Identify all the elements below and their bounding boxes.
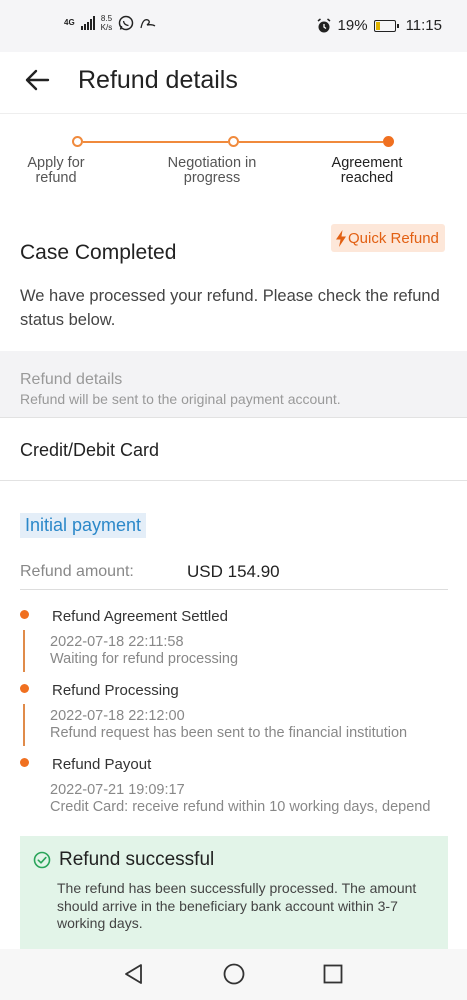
timeline-dot xyxy=(20,610,29,619)
timeline-time: 2022-07-21 19:09:17 xyxy=(50,782,185,798)
step-connector xyxy=(239,141,383,143)
speed-value: 8.5 xyxy=(100,14,113,23)
timeline-title: Refund Agreement Settled xyxy=(52,608,228,625)
system-nav-bar xyxy=(0,949,467,1000)
case-description: We have processed your refund. Please ch… xyxy=(20,287,440,329)
battery-percent: 19% xyxy=(337,17,368,34)
payment-method-label: Credit/Debit Card xyxy=(20,440,160,460)
initial-payment-tag: Initial payment xyxy=(20,513,147,538)
status-left: 4G 8.5 K/s xyxy=(64,14,156,32)
timeline-title: Refund Payout xyxy=(52,756,152,773)
page-title: Refund details xyxy=(78,66,238,94)
timeline-title: Refund Processing xyxy=(52,682,179,699)
progress-stepper: Apply for refund Negotiation in progress… xyxy=(0,118,467,198)
section-title: Refund details xyxy=(20,371,123,388)
quick-refund-badge: Quick Refund xyxy=(331,224,445,252)
timeline-time: 2022-07-18 22:11:58 xyxy=(50,634,184,650)
back-triangle-icon[interactable] xyxy=(122,962,146,986)
step-dot-current xyxy=(383,136,394,147)
app-header: Refund details xyxy=(0,52,467,114)
battery-icon xyxy=(373,19,399,32)
step-label-agreement: Agreement reached xyxy=(331,155,403,186)
timeline-text: Refund request has been sent to the fina… xyxy=(50,725,408,741)
success-title: Refund successful xyxy=(59,849,215,870)
clock: 11:15 xyxy=(405,17,442,34)
timeline-time: 2022-07-18 22:12:00 xyxy=(50,708,185,724)
check-circle-icon xyxy=(33,851,51,869)
step-dot xyxy=(228,136,239,147)
section-subtitle: Refund will be sent to the original paym… xyxy=(20,391,341,407)
alarm-icon xyxy=(317,17,330,32)
refund-success-notice: Refund successful The refund has been su… xyxy=(20,836,448,951)
whatsapp-icon xyxy=(118,15,134,31)
refund-details-section: Refund details Refund will be sent to th… xyxy=(0,351,467,418)
status-right: 19% 11:15 xyxy=(316,17,442,34)
badge-label: Quick Refund xyxy=(348,229,439,247)
payment-method-row: Credit/Debit Card xyxy=(0,419,467,481)
step-dot xyxy=(72,136,83,147)
amount-label: Refund amount: xyxy=(20,563,134,580)
arrow-left-icon[interactable] xyxy=(24,67,50,93)
step-connector xyxy=(83,141,228,143)
case-title: Case Completed xyxy=(20,241,177,264)
step-label-apply: Apply for refund xyxy=(27,155,85,186)
timeline-dot xyxy=(20,758,29,767)
timeline-dot xyxy=(20,684,29,693)
network-type: 4G xyxy=(64,18,75,27)
status-bar: 4G 8.5 K/s 19% 11:15 xyxy=(0,0,467,52)
signal-icon xyxy=(80,16,95,30)
lightning-icon xyxy=(336,229,346,247)
home-circle-icon[interactable] xyxy=(222,962,246,986)
timeline-text: Credit Card: receive refund within 10 wo… xyxy=(50,799,430,815)
success-text: The refund has been successfully process… xyxy=(57,880,417,931)
step-label-negotiation: Negotiation in progress xyxy=(167,155,257,186)
app-notification-icon xyxy=(140,19,156,29)
refund-amount-row: Refund amount: USD 154.90 xyxy=(20,560,448,590)
recents-square-icon[interactable] xyxy=(321,962,345,986)
amount-value: USD 154.90 xyxy=(187,562,280,581)
network-speed: 8.5 K/s xyxy=(101,14,113,32)
speed-unit: K/s xyxy=(100,23,113,32)
timeline-text: Waiting for refund processing xyxy=(50,651,239,667)
timeline-connector xyxy=(23,630,25,672)
timeline-connector xyxy=(23,704,25,746)
